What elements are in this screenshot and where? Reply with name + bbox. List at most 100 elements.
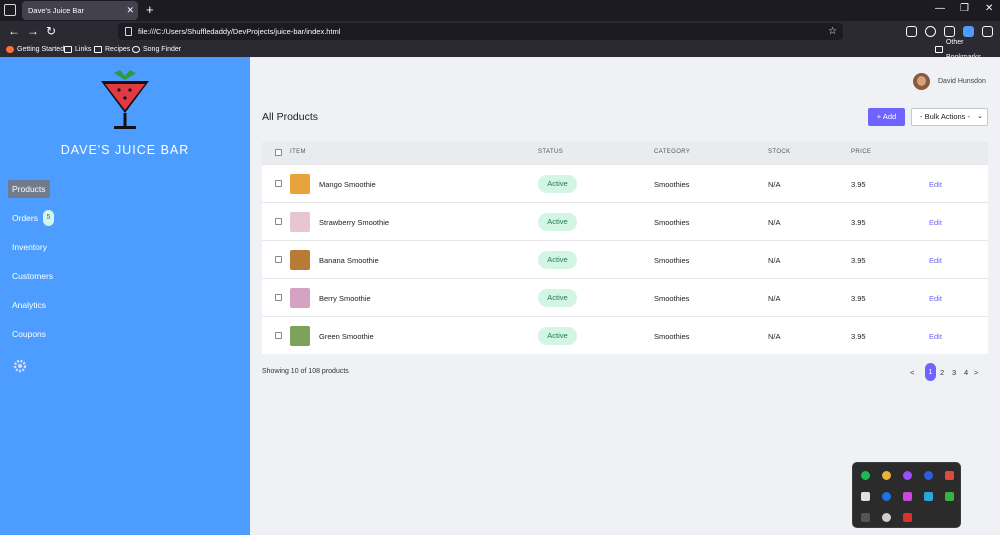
spotify-icon[interactable] bbox=[861, 471, 870, 480]
sidebar-item-products[interactable]: Products bbox=[8, 180, 50, 198]
row-checkbox[interactable] bbox=[275, 294, 282, 301]
edit-link[interactable]: Edit bbox=[929, 332, 942, 341]
column-header-item: ITEM bbox=[290, 149, 306, 155]
url-text: file:///C:/Users/Shuffledaddy/DevProject… bbox=[138, 27, 341, 36]
product-thumbnail bbox=[290, 250, 310, 270]
pagination-page-1[interactable]: 1 bbox=[925, 363, 936, 381]
product-thumbnail bbox=[290, 288, 310, 308]
product-thumbnail bbox=[290, 212, 310, 232]
row-checkbox[interactable] bbox=[275, 218, 282, 225]
bookmark-label: Links bbox=[75, 46, 92, 53]
sidebar-item-customers[interactable]: Customers bbox=[8, 267, 57, 285]
item-name: Green Smoothie bbox=[319, 332, 374, 341]
category-cell: Smoothies bbox=[654, 294, 690, 303]
bookmark-recipes[interactable]: Recipes bbox=[94, 42, 130, 57]
table-row: Berry Smoothie Active Smoothies N/A 3.95… bbox=[262, 278, 988, 316]
sidebar: DAVE'S JUICE BAR Products Orders 5 Inven… bbox=[0, 57, 250, 535]
app-icon[interactable] bbox=[861, 492, 870, 501]
user-name[interactable]: David Hunsdon bbox=[938, 78, 986, 85]
column-header-price: PRICE bbox=[851, 149, 872, 155]
minimize-icon[interactable]: — bbox=[935, 3, 945, 14]
account-icon[interactable] bbox=[925, 26, 936, 37]
status-badge: Active bbox=[538, 289, 577, 307]
row-checkbox[interactable] bbox=[275, 180, 282, 187]
category-cell: Smoothies bbox=[654, 256, 690, 265]
row-checkbox[interactable] bbox=[275, 256, 282, 263]
price-cell: 3.95 bbox=[851, 180, 866, 189]
bookmark-song-finder[interactable]: Song Finder bbox=[132, 42, 181, 57]
stock-cell: N/A bbox=[768, 256, 781, 265]
app-icon[interactable] bbox=[903, 513, 912, 522]
app-icon[interactable] bbox=[924, 471, 933, 480]
folder-icon bbox=[64, 46, 72, 53]
bookmark-label: Getting Started bbox=[17, 46, 65, 53]
maximize-icon[interactable]: ❐ bbox=[960, 3, 969, 14]
browser-tab-bar: Dave's Juice Bar ✕ + — ❐ ✕ bbox=[0, 0, 1000, 21]
edit-link[interactable]: Edit bbox=[929, 218, 942, 227]
folder-icon bbox=[94, 46, 102, 53]
tab-close-icon[interactable]: ✕ bbox=[126, 1, 134, 20]
price-cell: 3.95 bbox=[851, 294, 866, 303]
pagination-page-2[interactable]: 2 bbox=[940, 368, 944, 377]
stock-cell: N/A bbox=[768, 332, 781, 341]
sidebar-item-inventory[interactable]: Inventory bbox=[8, 238, 51, 256]
bluetooth-icon[interactable] bbox=[882, 492, 891, 501]
tab-list-icon[interactable] bbox=[4, 4, 16, 16]
app-icon[interactable] bbox=[945, 471, 954, 480]
forward-arrow-icon[interactable]: → bbox=[27, 24, 39, 38]
select-all-checkbox[interactable] bbox=[275, 149, 282, 156]
pagination-prev[interactable]: < bbox=[910, 368, 914, 377]
bookmark-getting-started[interactable]: Getting Started bbox=[6, 42, 64, 57]
system-tray-popup bbox=[852, 462, 961, 528]
column-header-status: STATUS bbox=[538, 149, 564, 155]
chevron-down-icon: ⌄ bbox=[977, 113, 983, 120]
app-icon[interactable] bbox=[882, 513, 891, 522]
item-name: Banana Smoothie bbox=[319, 256, 379, 265]
add-product-button[interactable]: + Add bbox=[868, 108, 905, 126]
product-thumbnail bbox=[290, 326, 310, 346]
column-header-category: CATEGORY bbox=[654, 149, 691, 155]
sidebar-item-orders[interactable]: Orders bbox=[8, 209, 42, 227]
stock-cell: N/A bbox=[768, 294, 781, 303]
page-title: All Products bbox=[262, 111, 319, 123]
url-bar[interactable]: file:///C:/Users/Shuffledaddy/DevProject… bbox=[118, 23, 843, 40]
pocket-icon[interactable] bbox=[906, 26, 917, 37]
pagination-page-3[interactable]: 3 bbox=[952, 368, 956, 377]
pagination-next[interactable]: > bbox=[974, 368, 978, 377]
bookmark-links[interactable]: Links bbox=[64, 42, 91, 57]
app-icon[interactable] bbox=[924, 492, 933, 501]
item-name: Mango Smoothie bbox=[319, 180, 376, 189]
app-icon[interactable] bbox=[861, 513, 870, 522]
bulk-actions-label: - Bulk Actions - bbox=[920, 112, 971, 121]
category-cell: Smoothies bbox=[654, 332, 690, 341]
edit-link[interactable]: Edit bbox=[929, 256, 942, 265]
app-icon[interactable] bbox=[903, 492, 912, 501]
globe-icon bbox=[132, 46, 140, 53]
row-checkbox[interactable] bbox=[275, 332, 282, 339]
results-count: Showing 10 of 108 products bbox=[262, 368, 349, 375]
sidebar-item-coupons[interactable]: Coupons bbox=[8, 325, 50, 343]
browser-tab[interactable]: Dave's Juice Bar ✕ bbox=[22, 1, 138, 20]
page-icon bbox=[125, 27, 132, 36]
gear-icon[interactable] bbox=[13, 359, 27, 373]
chrome-icon[interactable] bbox=[882, 471, 891, 480]
table-header: ITEM STATUS CATEGORY STOCK PRICE bbox=[262, 142, 988, 164]
product-thumbnail bbox=[290, 174, 310, 194]
edit-link[interactable]: Edit bbox=[929, 180, 942, 189]
back-arrow-icon[interactable]: ← bbox=[8, 24, 20, 38]
pagination-page-4[interactable]: 4 bbox=[964, 368, 968, 377]
status-badge: Active bbox=[538, 213, 577, 231]
app-icon[interactable] bbox=[945, 492, 954, 501]
sidebar-item-analytics[interactable]: Analytics bbox=[8, 296, 50, 314]
bookmark-star-icon[interactable]: ☆ bbox=[828, 23, 837, 40]
window-close-icon[interactable]: ✕ bbox=[985, 3, 993, 14]
bulk-actions-select[interactable]: - Bulk Actions - ⌄ bbox=[911, 108, 988, 126]
edit-link[interactable]: Edit bbox=[929, 294, 942, 303]
category-cell: Smoothies bbox=[654, 180, 690, 189]
app-icon[interactable] bbox=[903, 471, 912, 480]
new-tab-button[interactable]: + bbox=[146, 2, 154, 18]
reload-icon[interactable]: ↻ bbox=[46, 24, 56, 38]
avatar[interactable] bbox=[913, 73, 930, 90]
other-bookmarks[interactable]: Other Bookmarks bbox=[935, 39, 1000, 61]
brand-name: DAVE'S JUICE BAR bbox=[60, 143, 190, 157]
